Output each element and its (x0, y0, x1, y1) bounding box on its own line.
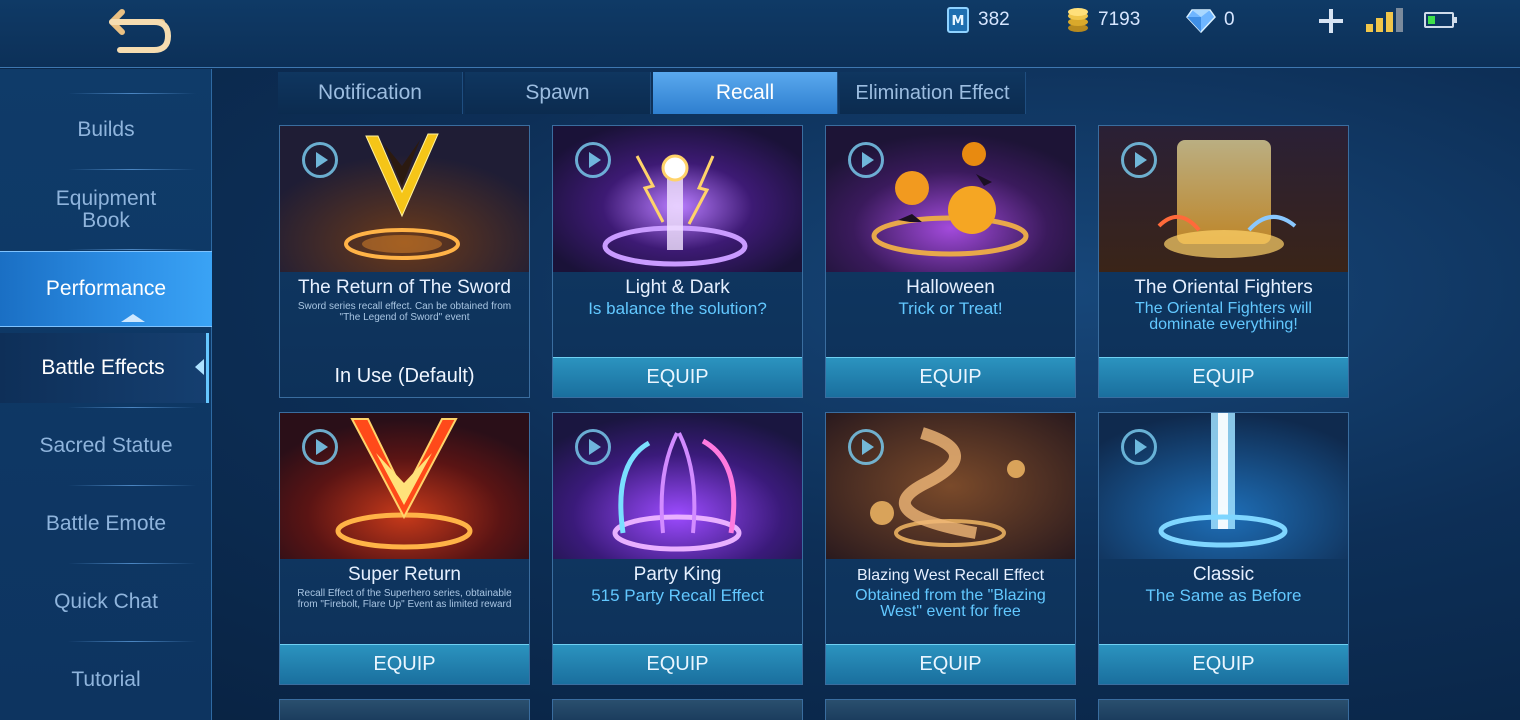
card-description: Obtained from the "Blazing West" event f… (855, 587, 1046, 620)
tab-elimination-effect[interactable]: Elimination Effect (840, 72, 1026, 114)
card-description: The Same as Before (1145, 586, 1302, 605)
recall-card-party-king[interactable]: Party King 515 Party Recall Effect EQUIP (552, 412, 803, 685)
card-title: The Oriental Fighters (1134, 277, 1313, 298)
svg-text:M: M (952, 14, 965, 29)
ticket-icon: M (947, 7, 969, 33)
gold-currency: 7193 (1056, 4, 1164, 36)
equip-button[interactable]: EQUIP (280, 644, 529, 684)
sidebar-item-performance[interactable]: Performance (0, 251, 212, 327)
tab-notification[interactable]: Notification (278, 72, 463, 114)
recall-card-return-of-the-sword[interactable]: The Return of The Sword Sword series rec… (279, 125, 530, 398)
play-preview-icon[interactable] (1121, 142, 1157, 178)
sidebar: Builds Equipment Book Performance Battle… (0, 69, 212, 720)
ticket-currency: M 382 (936, 4, 1034, 36)
chevron-up-icon (121, 314, 145, 322)
gold-count: 7193 (1098, 9, 1141, 30)
equip-button[interactable]: EQUIP (826, 644, 1075, 684)
tab-label: Spawn (525, 81, 590, 104)
diamond-icon (1186, 9, 1216, 33)
play-preview-icon[interactable] (848, 429, 884, 465)
equip-button[interactable]: EQUIP (826, 357, 1075, 397)
card-title: Classic (1192, 564, 1255, 585)
play-preview-icon[interactable] (848, 142, 884, 178)
recall-card-super-return[interactable]: Super Return Recall Effect of the Superh… (279, 412, 530, 685)
sidebar-item-label: Tutorial (71, 668, 141, 691)
equip-button[interactable]: EQUIP (553, 644, 802, 684)
recall-card-halloween[interactable]: Halloween Trick or Treat! EQUIP (825, 125, 1076, 398)
ticket-count: 382 (978, 9, 1010, 30)
tab-label: Recall (715, 81, 775, 104)
sidebar-item-label: Quick Chat (54, 590, 158, 613)
play-preview-icon[interactable] (1121, 429, 1157, 465)
recall-card-oriental-fighters[interactable]: The Oriental Fighters The Oriental Fight… (1098, 125, 1349, 398)
play-preview-icon[interactable] (302, 142, 338, 178)
sidebar-item-battle-emote[interactable]: Battle Emote (0, 499, 212, 549)
card-description: The Oriental Fighters will dominate ever… (1135, 300, 1312, 333)
in-use-label: In Use (Default) (334, 364, 475, 387)
sidebar-item-builds[interactable]: Builds (0, 107, 212, 153)
gold-coins-icon (1068, 8, 1088, 32)
back-arrow-icon[interactable] (92, 6, 176, 60)
top-bar: M 382 7193 0 (0, 0, 1520, 68)
card-description: Recall Effect of the Superhero series, o… (297, 588, 512, 610)
play-preview-icon[interactable] (575, 142, 611, 178)
sidebar-item-label: Sacred Statue (39, 434, 173, 457)
equip-button[interactable]: EQUIP (553, 357, 802, 397)
play-preview-icon[interactable] (575, 429, 611, 465)
recall-card-classic[interactable]: Classic The Same as Before EQUIP (1098, 412, 1349, 685)
card-title: Super Return (347, 564, 461, 585)
card-title: Light & Dark (625, 277, 730, 298)
signal-icon (1366, 8, 1404, 32)
diamond-currency: 0 (1176, 4, 1258, 36)
card-title: Halloween (906, 277, 995, 298)
card-description: Is balance the solution? (588, 299, 767, 318)
recall-card-blazing-west[interactable]: Blazing West Recall Effect Obtained from… (825, 412, 1076, 685)
sidebar-item-label: Builds (77, 118, 135, 141)
play-preview-icon[interactable] (302, 429, 338, 465)
tab-spawn[interactable]: Spawn (465, 72, 651, 114)
tab-recall[interactable]: Recall (653, 72, 838, 114)
recall-card-partial (279, 699, 530, 720)
equip-button[interactable]: EQUIP (1099, 357, 1348, 397)
sidebar-item-label: Battle Effects (41, 356, 165, 379)
sidebar-item-sacred-statue[interactable]: Sacred Statue (0, 421, 212, 471)
sidebar-item-quick-chat[interactable]: Quick Chat (0, 577, 212, 627)
battery-icon (1424, 12, 1457, 28)
sidebar-item-equipment-book[interactable]: Equipment Book (0, 177, 212, 243)
equip-button[interactable]: EQUIP (1099, 644, 1348, 684)
card-title: The Return of The Sword (298, 277, 511, 298)
card-title: Party King (633, 564, 722, 585)
card-description: Trick or Treat! (898, 299, 1003, 318)
tab-label: Notification (318, 81, 422, 104)
diamond-count: 0 (1224, 9, 1235, 30)
sidebar-item-label: Battle Emote (45, 512, 167, 535)
recall-card-partial (552, 699, 803, 720)
sidebar-item-battle-effects[interactable]: Battle Effects (0, 333, 209, 403)
card-description: Sword series recall effect. Can be obtai… (297, 301, 512, 323)
card-title: Blazing West Recall Effect (856, 567, 1045, 584)
card-description: 515 Party Recall Effect (591, 586, 764, 605)
tab-label: Elimination Effect (855, 81, 1010, 104)
sidebar-item-tutorial[interactable]: Tutorial (0, 655, 212, 705)
recall-card-light-and-dark[interactable]: Light & Dark Is balance the solution? EQ… (552, 125, 803, 398)
sidebar-item-label: Equipment Book (55, 187, 157, 232)
add-currency-button[interactable] (1316, 6, 1346, 36)
recall-card-partial (1098, 699, 1349, 720)
recall-card-partial (825, 699, 1076, 720)
sidebar-item-label: Performance (45, 277, 167, 300)
selection-arrow-icon (195, 359, 204, 375)
